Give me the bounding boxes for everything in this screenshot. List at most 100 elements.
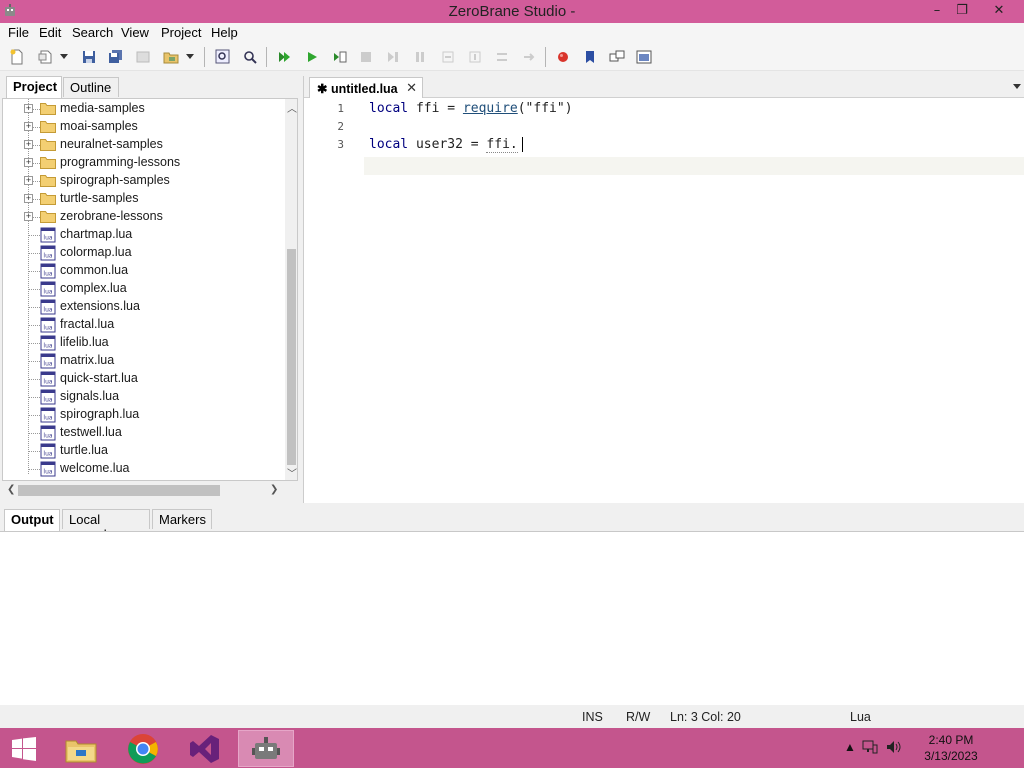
volume-icon[interactable] <box>886 740 902 754</box>
project-folder-icon[interactable] <box>162 48 180 66</box>
project-dropdown-chevron-down-icon[interactable] <box>184 48 196 66</box>
stop-icon[interactable] <box>357 48 375 66</box>
breakpoint-icon[interactable] <box>554 48 572 66</box>
tree-file-item[interactable]: lua welcome.lua <box>3 460 285 478</box>
tree-horizontal-scrollbar[interactable]: ❮ ❯ <box>2 482 284 499</box>
break-icon[interactable] <box>520 48 538 66</box>
clock-date[interactable]: 3/13/2023 <box>916 749 986 763</box>
zerobrane-studio-icon[interactable] <box>238 730 294 767</box>
folder-icon <box>40 211 56 223</box>
code-text: ffi = <box>408 101 463 116</box>
tree-file-item[interactable]: lua chartmap.lua <box>3 226 285 244</box>
save-icon[interactable] <box>80 48 98 66</box>
step-over-icon[interactable] <box>439 48 457 66</box>
scroll-right-arrow-icon[interactable]: ❯ <box>270 484 278 495</box>
chrome-icon[interactable] <box>115 730 171 767</box>
tree-folder-item[interactable]: + zerobrane-lessons <box>3 208 285 226</box>
code-line-3[interactable]: local user32 = ffi. <box>369 137 518 153</box>
line-number: 2 <box>337 120 344 133</box>
tab-local-console[interactable]: Local console <box>62 509 150 542</box>
menu-view[interactable]: View <box>121 25 149 40</box>
tree-folder-item[interactable]: + turtle-samples <box>3 190 285 208</box>
find-in-files-icon[interactable] <box>241 48 259 66</box>
tab-untitled-lua[interactable]: ✱ untitled.lua ✕ <box>309 77 423 98</box>
new-file-icon[interactable] <box>8 48 26 66</box>
menu-help[interactable]: Help <box>211 25 238 40</box>
menu-bar: File Edit Search View Project Help <box>0 23 1024 43</box>
watch-window-icon[interactable] <box>635 48 653 66</box>
project-directory-icon[interactable] <box>134 48 152 66</box>
scroll-thumb[interactable] <box>287 249 296 465</box>
scroll-up-arrow-icon[interactable]: ︿ <box>287 100 297 115</box>
tree-file-item[interactable]: lua colormap.lua <box>3 244 285 262</box>
tree-file-item[interactable]: lua testwell.lua <box>3 424 285 442</box>
close-tab-icon[interactable]: ✕ <box>406 80 417 96</box>
close-window-button[interactable]: ✕ <box>984 0 1014 21</box>
tree-file-item[interactable]: lua signals.lua <box>3 388 285 406</box>
file-explorer-icon[interactable] <box>53 730 109 767</box>
run-project-icon[interactable] <box>276 48 294 66</box>
bookmark-icon[interactable] <box>581 48 599 66</box>
scroll-left-arrow-icon[interactable]: ❮ <box>7 484 15 495</box>
tree-file-item[interactable]: lua quick-start.lua <box>3 370 285 388</box>
continue-icon[interactable] <box>384 48 402 66</box>
expand-plus-icon[interactable]: + <box>24 176 33 185</box>
expand-plus-icon[interactable]: + <box>24 122 33 131</box>
expand-plus-icon[interactable]: + <box>24 104 33 113</box>
clock-time[interactable]: 2:40 PM <box>916 733 986 747</box>
tree-folder-item[interactable]: + moai-samples <box>3 118 285 136</box>
open-file-icon[interactable] <box>37 48 55 66</box>
pause-icon[interactable] <box>411 48 429 66</box>
expand-plus-icon[interactable]: + <box>24 194 33 203</box>
run-icon[interactable] <box>303 48 321 66</box>
tab-markers[interactable]: Markers <box>152 509 212 529</box>
run-to-cursor-icon[interactable] <box>493 48 511 66</box>
scroll-thumb-horizontal[interactable] <box>18 485 220 496</box>
tree-branch-line <box>29 415 40 416</box>
visual-studio-icon[interactable] <box>177 730 233 767</box>
tree-file-item[interactable]: lua complex.lua <box>3 280 285 298</box>
status-access: R/W <box>626 710 651 724</box>
expand-plus-icon[interactable]: + <box>24 158 33 167</box>
menu-edit[interactable]: Edit <box>39 25 61 40</box>
windows-start-icon[interactable] <box>0 730 48 767</box>
find-icon[interactable] <box>214 48 232 66</box>
step-out-icon[interactable] <box>466 48 484 66</box>
tree-file-item[interactable]: lua extensions.lua <box>3 298 285 316</box>
stack-window-icon[interactable] <box>608 48 626 66</box>
tree-vertical-scrollbar[interactable]: ︿ ﹀ <box>285 99 297 480</box>
network-icon[interactable] <box>862 740 878 754</box>
lua-file-icon: lua <box>40 281 56 297</box>
tree-file-item[interactable]: lua spirograph.lua <box>3 406 285 424</box>
tree-file-item[interactable]: lua matrix.lua <box>3 352 285 370</box>
scroll-down-arrow-icon[interactable]: ﹀ <box>287 465 297 480</box>
menu-project[interactable]: Project <box>161 25 201 40</box>
project-tree[interactable]: + media-samples + moai-samples + neuralnet-sa… <box>2 98 298 481</box>
tab-outline[interactable]: Outline <box>63 77 119 97</box>
expand-plus-icon[interactable]: + <box>24 140 33 149</box>
code-editor[interactable]: 1 local ffi = require("ffi") 2 3 local u… <box>304 98 1024 503</box>
tree-folder-item[interactable]: + neuralnet-samples <box>3 136 285 154</box>
tree-file-item[interactable]: lua common.lua <box>3 262 285 280</box>
tab-output[interactable]: Output <box>4 509 60 531</box>
step-into-icon[interactable] <box>331 48 349 66</box>
tree-folder-item[interactable]: + programming-lessons <box>3 154 285 172</box>
output-pane[interactable] <box>0 531 1024 705</box>
expand-plus-icon[interactable]: + <box>24 212 33 221</box>
tree-file-item[interactable]: lua lifelib.lua <box>3 334 285 352</box>
menu-search[interactable]: Search <box>72 25 113 40</box>
tab-list-chevron-down-icon[interactable] <box>1013 84 1021 89</box>
code-line-1[interactable]: local ffi = require("ffi") <box>369 101 573 116</box>
menu-file[interactable]: File <box>8 25 29 40</box>
tree-file-item[interactable]: lua fractal.lua <box>3 316 285 334</box>
tree-folder-item[interactable]: + media-samples <box>3 100 285 118</box>
show-hidden-icons-icon[interactable]: ▲ <box>844 740 856 754</box>
restore-button[interactable]: ❐ <box>949 0 975 21</box>
open-dropdown-chevron-down-icon[interactable] <box>58 48 70 66</box>
tree-folder-item[interactable]: + spirograph-samples <box>3 172 285 190</box>
minimize-button[interactable]: – <box>924 0 950 21</box>
tab-project[interactable]: Project <box>6 76 62 98</box>
tree-file-item[interactable]: lua turtle.lua <box>3 442 285 460</box>
save-all-icon[interactable] <box>107 48 125 66</box>
tree-item-label: extensions.lua <box>60 299 140 313</box>
